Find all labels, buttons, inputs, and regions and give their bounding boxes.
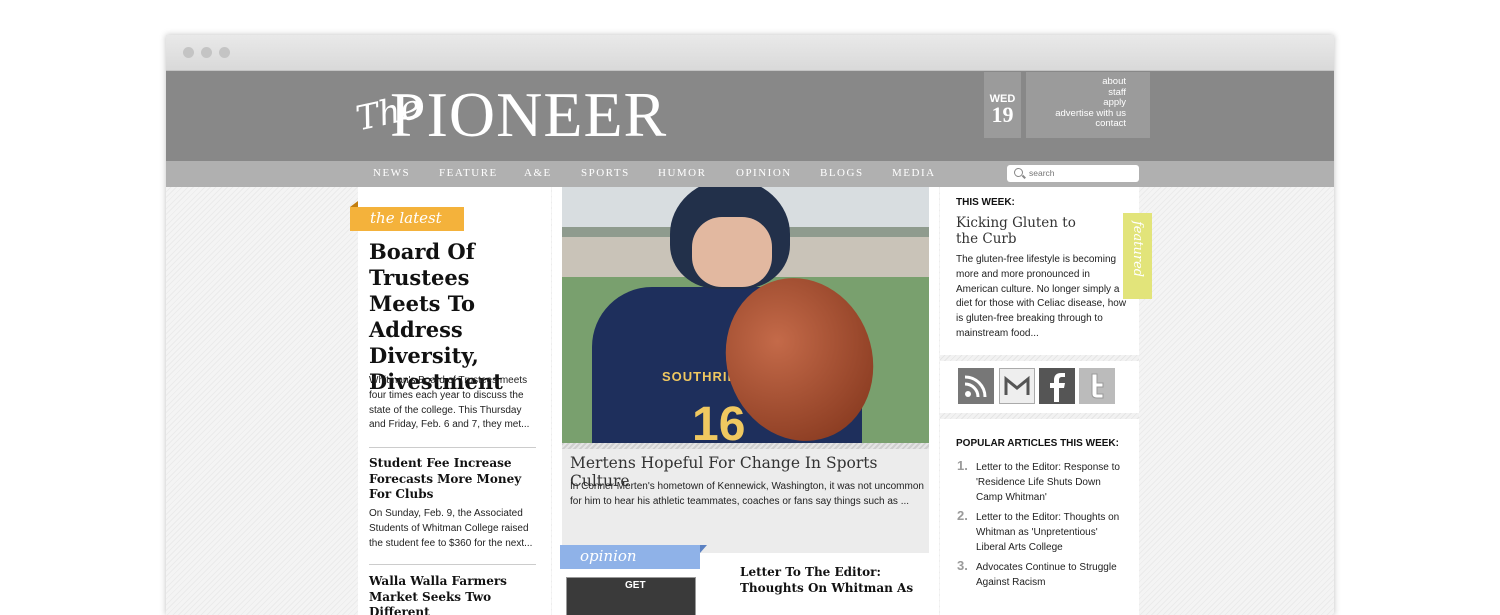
window-close-icon[interactable]: [183, 47, 194, 58]
twitter-icon[interactable]: [1079, 368, 1115, 404]
nav-ae[interactable]: A&E: [524, 167, 552, 179]
divider: [369, 564, 536, 565]
page-content: the latest Board Of Trustees Meets To Ad…: [166, 187, 1334, 615]
popular-number: 2.: [957, 508, 968, 523]
date-box: WED 19: [984, 72, 1021, 138]
date-number: 19: [991, 102, 1014, 127]
facebook-icon[interactable]: [1039, 368, 1075, 404]
logo-main-text: PIONEER: [390, 79, 668, 150]
nav-news[interactable]: NEWS: [373, 167, 410, 179]
popular-article-2[interactable]: Letter to the Editor: Thoughts on Whitma…: [976, 510, 1126, 556]
latest-column: the latest Board Of Trustees Meets To Ad…: [350, 187, 551, 615]
divider: [369, 447, 536, 448]
search-box[interactable]: [1007, 165, 1139, 182]
feature-caption: Mertens Hopeful For Change In Sports Cul…: [562, 449, 929, 553]
jersey-number: 16: [692, 398, 746, 443]
nav-humor[interactable]: HUMOR: [658, 167, 706, 179]
story2-headline[interactable]: Student Fee Increase Forecasts More Mone…: [369, 456, 539, 503]
nav-media[interactable]: MEDIA: [892, 167, 936, 179]
browser-window: The PIONEER WED 19 about staff apply adv…: [166, 35, 1334, 615]
popular-title: POPULAR ARTICLES THIS WEEK:: [956, 438, 1119, 449]
main-nav: NEWS FEATURE A&E SPORTS HUMOR OPINION BL…: [166, 161, 1334, 187]
photo-face: [692, 217, 772, 287]
popular-number: 1.: [957, 458, 968, 473]
this-week-label: THIS WEEK:: [956, 197, 1015, 208]
top-links: about staff apply advertise with us cont…: [1026, 72, 1150, 138]
featured-tag-label: featured: [1130, 221, 1145, 278]
link-contact[interactable]: contact: [1026, 118, 1126, 130]
window-minimize-icon[interactable]: [201, 47, 212, 58]
search-icon[interactable]: [1014, 168, 1023, 177]
lead-summary: Whitman's Board of Trustees meets four t…: [369, 375, 530, 431]
link-apply[interactable]: apply: [1026, 97, 1126, 109]
opinion-ribbon: opinion: [560, 545, 707, 569]
nav-feature[interactable]: FEATURE: [439, 167, 498, 179]
feature-photo[interactable]: SOUTHRIDGE 16: [562, 187, 929, 443]
story3-headline[interactable]: Walla Walla Farmers Market Seeks Two Dif…: [369, 574, 539, 615]
sidebar: THIS WEEK: Kicking Gluten to the Curb Th…: [940, 187, 1152, 615]
nav-sports[interactable]: SPORTS: [581, 167, 630, 179]
rss-icon[interactable]: [958, 368, 994, 404]
mail-icon[interactable]: [999, 368, 1035, 404]
this-week-summary: The gluten-free lifestyle is becoming mo…: [956, 254, 1127, 339]
feature-column: SOUTHRIDGE 16 Mertens Hopeful For Change…: [552, 187, 939, 615]
story2-summary: On Sunday, Feb. 9, the Associated Studen…: [369, 508, 533, 549]
opinion-headline[interactable]: Letter To The Editor: Thoughts On Whitma…: [740, 565, 920, 596]
thumbnail-text: GET: [625, 580, 646, 591]
lead-headline[interactable]: Board Of Trustees Meets To Address Diver…: [369, 239, 544, 395]
link-about[interactable]: about: [1026, 76, 1126, 88]
latest-ribbon: the latest: [350, 201, 464, 231]
nav-opinion[interactable]: OPINION: [736, 167, 792, 179]
popular-article-1[interactable]: Letter to the Editor: Response to 'Resid…: [976, 460, 1126, 506]
browser-titlebar: [166, 35, 1334, 71]
opinion-thumbnail[interactable]: GET: [566, 577, 696, 615]
feature-summary: In Conner Merten's hometown of Kennewick…: [570, 481, 924, 507]
window-zoom-icon[interactable]: [219, 47, 230, 58]
masthead: The PIONEER WED 19 about staff apply adv…: [166, 71, 1334, 161]
popular-number: 3.: [957, 558, 968, 573]
popular-article-3[interactable]: Advocates Continue to Struggle Against R…: [976, 560, 1126, 590]
search-input[interactable]: [1029, 168, 1129, 178]
this-week-headline[interactable]: Kicking Gluten to the Curb: [956, 215, 1086, 247]
section-separator: [940, 413, 1139, 419]
featured-tag: featured: [1123, 213, 1152, 299]
nav-blogs[interactable]: BLOGS: [820, 167, 864, 179]
section-separator: [940, 355, 1139, 361]
